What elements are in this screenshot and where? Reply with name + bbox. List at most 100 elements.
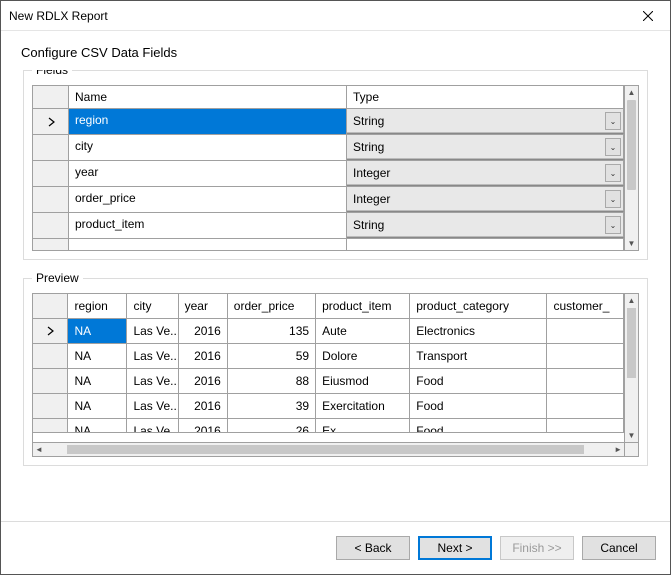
cell-customer[interactable] (547, 344, 624, 368)
fields-header-name[interactable]: Name (69, 86, 347, 108)
cell-product-category[interactable]: Food (410, 419, 547, 433)
cell-year[interactable]: 2016 (179, 319, 228, 343)
cell-order-price[interactable]: 59 (228, 344, 316, 368)
fields-row[interactable]: order_priceInteger⌄ (33, 187, 624, 213)
preview-grid[interactable]: region city year order_price product_ite… (32, 293, 625, 443)
type-dropdown-button[interactable]: ⌄ (605, 112, 621, 130)
cell-product-category[interactable]: Electronics (410, 319, 547, 343)
field-name-cell[interactable]: year (69, 161, 347, 186)
cell-customer[interactable] (547, 419, 624, 433)
cell-product-item[interactable]: Exercitation (316, 394, 410, 418)
preview-header-product-category[interactable]: product_category (410, 294, 547, 318)
fields-grid-wrap: Name Type regionString⌄cityString⌄yearIn… (32, 85, 639, 251)
cell-city[interactable]: Las Ve... (127, 319, 178, 343)
cell-region[interactable]: NA (68, 369, 127, 393)
back-button[interactable]: < Back (336, 536, 410, 560)
type-dropdown-button[interactable]: ⌄ (605, 190, 621, 208)
row-indicator (33, 135, 69, 160)
cell-region[interactable]: NA (68, 394, 127, 418)
scroll-left-icon[interactable]: ◄ (35, 445, 43, 454)
cell-year[interactable]: 2016 (179, 369, 228, 393)
preview-header-city[interactable]: city (127, 294, 178, 318)
next-button[interactable]: Next > (418, 536, 492, 560)
cell-product-category[interactable]: Transport (410, 344, 547, 368)
fields-row[interactable]: yearInteger⌄ (33, 161, 624, 187)
cell-city[interactable]: Las Ve... (127, 394, 178, 418)
field-name-cell[interactable]: region (69, 109, 347, 134)
field-type-cell[interactable]: String⌄ (347, 213, 624, 238)
scroll-up-icon[interactable]: ▲ (628, 296, 636, 305)
fields-row-empty[interactable] (33, 239, 624, 251)
close-button[interactable] (625, 1, 670, 30)
cell-city[interactable]: Las Ve... (127, 344, 178, 368)
cell-product-category[interactable]: Food (410, 394, 547, 418)
scroll-thumb[interactable] (627, 100, 636, 190)
chevron-down-icon: ⌄ (610, 117, 617, 126)
row-indicator (33, 394, 68, 418)
preview-row[interactable]: NALas Ve...201688EiusmodFood (33, 369, 624, 394)
scroll-thumb[interactable] (627, 308, 636, 378)
field-name-cell[interactable]: city (69, 135, 347, 160)
fields-row[interactable]: product_itemString⌄ (33, 213, 624, 239)
type-dropdown-button[interactable]: ⌄ (605, 138, 621, 156)
field-name-cell[interactable]: order_price (69, 187, 347, 212)
cell-region[interactable]: NA (68, 344, 127, 368)
cell-city[interactable]: Las Ve... (127, 369, 178, 393)
fields-grid[interactable]: Name Type regionString⌄cityString⌄yearIn… (32, 85, 625, 251)
cell-product-category[interactable]: Food (410, 369, 547, 393)
scroll-right-icon[interactable]: ► (614, 445, 622, 454)
preview-row[interactable]: NALas Ve...201659DoloreTransport (33, 344, 624, 369)
button-bar: < Back Next > Finish >> Cancel (1, 521, 670, 574)
cell-city[interactable]: Las Ve... (127, 419, 178, 433)
preview-vertical-scrollbar[interactable]: ▲ ▼ (625, 293, 639, 443)
preview-header-year[interactable]: year (179, 294, 228, 318)
cell-customer[interactable] (547, 394, 624, 418)
cell-year[interactable]: 2016 (179, 394, 228, 418)
preview-header-region[interactable]: region (68, 294, 127, 318)
preview-row[interactable]: NALas Ve...201626ExFood (33, 419, 624, 433)
fields-groupbox: Fields Name Type regionString⌄cityString… (23, 70, 648, 260)
cell-order-price[interactable]: 88 (228, 369, 316, 393)
cell-region[interactable]: NA (68, 319, 127, 343)
scroll-down-icon[interactable]: ▼ (628, 431, 636, 440)
fields-vertical-scrollbar[interactable]: ▲ ▼ (625, 85, 639, 251)
field-type-cell[interactable]: String⌄ (347, 135, 624, 160)
preview-header-row: region city year order_price product_ite… (33, 294, 624, 319)
cell-product-item[interactable]: Ex (316, 419, 410, 433)
cell-product-item[interactable]: Eiusmod (316, 369, 410, 393)
cell-customer[interactable] (547, 319, 624, 343)
preview-row[interactable]: NALas Ve...2016135AuteElectronics (33, 319, 624, 344)
scroll-down-icon[interactable]: ▼ (628, 239, 636, 248)
cell-region[interactable]: NA (68, 419, 127, 433)
cell-year[interactable]: 2016 (179, 419, 228, 433)
type-dropdown-button[interactable]: ⌄ (605, 164, 621, 182)
preview-header-product-item[interactable]: product_item (316, 294, 410, 318)
field-type-cell[interactable]: Integer⌄ (347, 187, 624, 212)
row-indicator (33, 419, 68, 433)
cell-product-item[interactable]: Dolore (316, 344, 410, 368)
type-dropdown-button[interactable]: ⌄ (605, 216, 621, 234)
preview-row[interactable]: NALas Ve...201639ExercitationFood (33, 394, 624, 419)
cell-order-price[interactable]: 26 (228, 419, 316, 433)
cell-product-item[interactable]: Aute (316, 319, 410, 343)
cancel-button[interactable]: Cancel (582, 536, 656, 560)
cell-order-price[interactable]: 39 (228, 394, 316, 418)
fields-header-type[interactable]: Type (347, 86, 624, 108)
fields-row[interactable]: cityString⌄ (33, 135, 624, 161)
field-type-cell[interactable] (347, 239, 624, 250)
preview-horizontal-scrollbar[interactable]: ◄ ► (32, 443, 625, 457)
scroll-thumb[interactable] (67, 445, 584, 454)
row-indicator (33, 109, 69, 134)
field-name-cell[interactable] (69, 239, 347, 250)
preview-header-order-price[interactable]: order_price (228, 294, 316, 318)
field-type-cell[interactable]: Integer⌄ (347, 161, 624, 186)
scroll-up-icon[interactable]: ▲ (628, 88, 636, 97)
field-type-cell[interactable]: String⌄ (347, 109, 624, 134)
cell-order-price[interactable]: 135 (228, 319, 316, 343)
field-name-cell[interactable]: product_item (69, 213, 347, 238)
preview-header-customer[interactable]: customer_ (547, 294, 624, 318)
preview-groupbox: Preview region city year order_price pro… (23, 278, 648, 466)
cell-year[interactable]: 2016 (179, 344, 228, 368)
cell-customer[interactable] (547, 369, 624, 393)
fields-row[interactable]: regionString⌄ (33, 109, 624, 135)
